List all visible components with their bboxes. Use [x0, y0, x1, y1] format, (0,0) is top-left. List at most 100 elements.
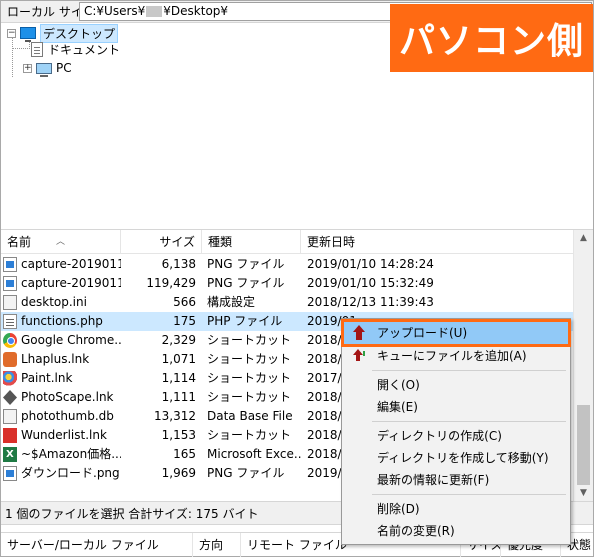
file-type: ショートカット	[207, 390, 292, 404]
file-size: 119,429	[146, 276, 196, 290]
file-name: desktop.ini	[21, 295, 87, 309]
file-list-header: 名前 ︿ サイズ 種類 更新日時	[1, 230, 573, 254]
file-modified-date: 2019/01/10 15:32:49	[307, 276, 434, 290]
file-name: PhotoScape.lnk	[21, 390, 114, 404]
masked-username	[146, 6, 163, 17]
file-name-cell: photothumb.db	[3, 407, 121, 426]
file-size: 1,111	[161, 390, 196, 404]
file-row[interactable]: desktop.ini 566 構成設定 2018/12/13 11:39:43	[1, 293, 573, 312]
sort-ascending-icon: ︿	[56, 237, 66, 247]
file-type: PNG ファイル	[207, 276, 285, 290]
menu-item-delete[interactable]: 削除(D)	[344, 498, 568, 520]
file-name: ダウンロード.png	[21, 466, 120, 480]
menu-item-create-directory[interactable]: ディレクトリの作成(C)	[344, 425, 568, 447]
file-name: ~$Amazon価格...	[21, 447, 121, 461]
menu-separator	[372, 370, 566, 371]
add-to-queue-icon	[352, 348, 368, 364]
menu-item-refresh[interactable]: 最新の情報に更新(F)	[344, 469, 568, 491]
file-size: 1,114	[161, 371, 196, 385]
menu-item-edit[interactable]: 編集(E)	[344, 396, 568, 418]
column-type[interactable]: 種類	[202, 230, 301, 254]
file-size: 2,329	[161, 333, 196, 347]
file-name-cell: Lhaplus.lnk	[3, 350, 121, 369]
menu-item-upload[interactable]: アップロード(U)	[341, 319, 571, 347]
column-date-label: 更新日時	[307, 235, 356, 249]
ini-file-icon	[3, 295, 17, 310]
collapse-icon[interactable]: −	[7, 28, 16, 38]
wl-file-icon	[3, 428, 17, 443]
file-size: 566	[173, 295, 196, 309]
menu-item-create-and-enter-directory[interactable]: ディレクトリを作成して移動(Y)	[344, 447, 568, 469]
file-name: Google Chrome...	[21, 333, 121, 347]
file-name-cell: ~$Amazon価格...	[3, 445, 121, 464]
column-type-label: 種類	[208, 235, 233, 249]
php-file-icon	[3, 314, 17, 329]
tree-item-documents[interactable]: ドキュメント	[31, 40, 120, 58]
scroll-down-icon[interactable]: ▼	[574, 485, 593, 502]
png-file-icon	[3, 276, 17, 291]
file-row[interactable]: capture-2019011... 119,429 PNG ファイル 2019/01…	[1, 274, 573, 293]
file-size: 165	[173, 447, 196, 461]
menu-item-label: キューにファイルを追加(A)	[377, 349, 527, 363]
file-type: 構成設定	[207, 295, 256, 309]
file-name: functions.php	[21, 314, 103, 328]
png-file-icon	[3, 466, 17, 481]
file-type: PNG ファイル	[207, 257, 285, 271]
file-type: PNG ファイル	[207, 466, 285, 480]
file-type: PHP ファイル	[207, 314, 283, 328]
column-date[interactable]: 更新日時	[301, 230, 573, 254]
file-name: capture-2019011...	[21, 276, 121, 290]
file-name-cell: functions.php	[3, 312, 121, 331]
context-menu: アップロード(U) キューにファイルを追加(A) 開く(O) 編集(E) ディレ…	[341, 318, 571, 545]
file-name-cell: Wunderlist.lnk	[3, 426, 121, 445]
desktop-icon	[20, 27, 36, 42]
file-list-scrollbar[interactable]: ▲ ▼	[573, 230, 593, 502]
upload-icon	[352, 325, 366, 341]
file-type: ショートカット	[207, 428, 292, 442]
file-name-cell: PhotoScape.lnk	[3, 388, 121, 407]
tree-item-pc[interactable]: + PC	[23, 59, 72, 77]
column-size-label: サイズ	[159, 235, 195, 249]
file-name-cell: capture-2019011...	[3, 274, 121, 293]
paint-file-icon	[3, 371, 17, 386]
column-name[interactable]: 名前 ︿	[1, 230, 121, 254]
menu-item-label: アップロード(U)	[377, 326, 468, 340]
file-name-cell: capture-2019011...	[3, 255, 121, 274]
menu-item-add-to-queue[interactable]: キューにファイルを追加(A)	[344, 345, 568, 367]
file-name: Wunderlist.lnk	[21, 428, 107, 442]
column-size[interactable]: サイズ	[121, 230, 202, 254]
expand-icon[interactable]: +	[23, 63, 32, 73]
file-size: 1,153	[161, 428, 196, 442]
scroll-up-icon[interactable]: ▲	[574, 230, 593, 247]
file-row[interactable]: capture-2019011... 6,138 PNG ファイル 2019/01/1…	[1, 255, 573, 274]
file-name: capture-2019011...	[21, 257, 121, 271]
photoscape-file-icon	[3, 390, 17, 405]
file-type: ショートカット	[207, 352, 292, 366]
menu-separator	[372, 494, 566, 495]
file-type: Microsoft Exce...	[207, 447, 302, 461]
file-size: 1,969	[161, 466, 196, 480]
file-type: Data Base File	[207, 409, 293, 423]
menu-item-rename[interactable]: 名前の変更(R)	[344, 520, 568, 542]
file-name-cell: desktop.ini	[3, 293, 121, 312]
file-type: ショートカット	[207, 371, 292, 385]
file-size: 6,138	[161, 257, 196, 271]
chrome-file-icon	[3, 333, 17, 348]
menu-item-open[interactable]: 開く(O)	[344, 374, 568, 396]
queue-column-file[interactable]: サーバー/ローカル ファイル	[1, 533, 193, 557]
queue-column-direction[interactable]: 方向	[193, 533, 241, 557]
file-type: ショートカット	[207, 333, 292, 347]
db-file-icon	[3, 409, 17, 424]
lha-file-icon	[3, 352, 17, 367]
pc-icon	[36, 62, 52, 77]
path-suffix: ¥Desktop¥	[163, 4, 229, 18]
file-name-cell: ダウンロード.png	[3, 464, 121, 483]
tree-item-label: ドキュメント	[48, 42, 121, 57]
file-modified-date: 2019/01/10 14:28:24	[307, 257, 434, 271]
file-modified-date: 2018/12/13 11:39:43	[307, 295, 434, 309]
file-name-cell: Paint.lnk	[3, 369, 121, 388]
column-name-label: 名前	[7, 235, 32, 249]
pc-side-badge: パソコン側	[390, 4, 593, 72]
scrollbar-thumb[interactable]	[577, 405, 590, 485]
png-file-icon	[3, 257, 17, 272]
